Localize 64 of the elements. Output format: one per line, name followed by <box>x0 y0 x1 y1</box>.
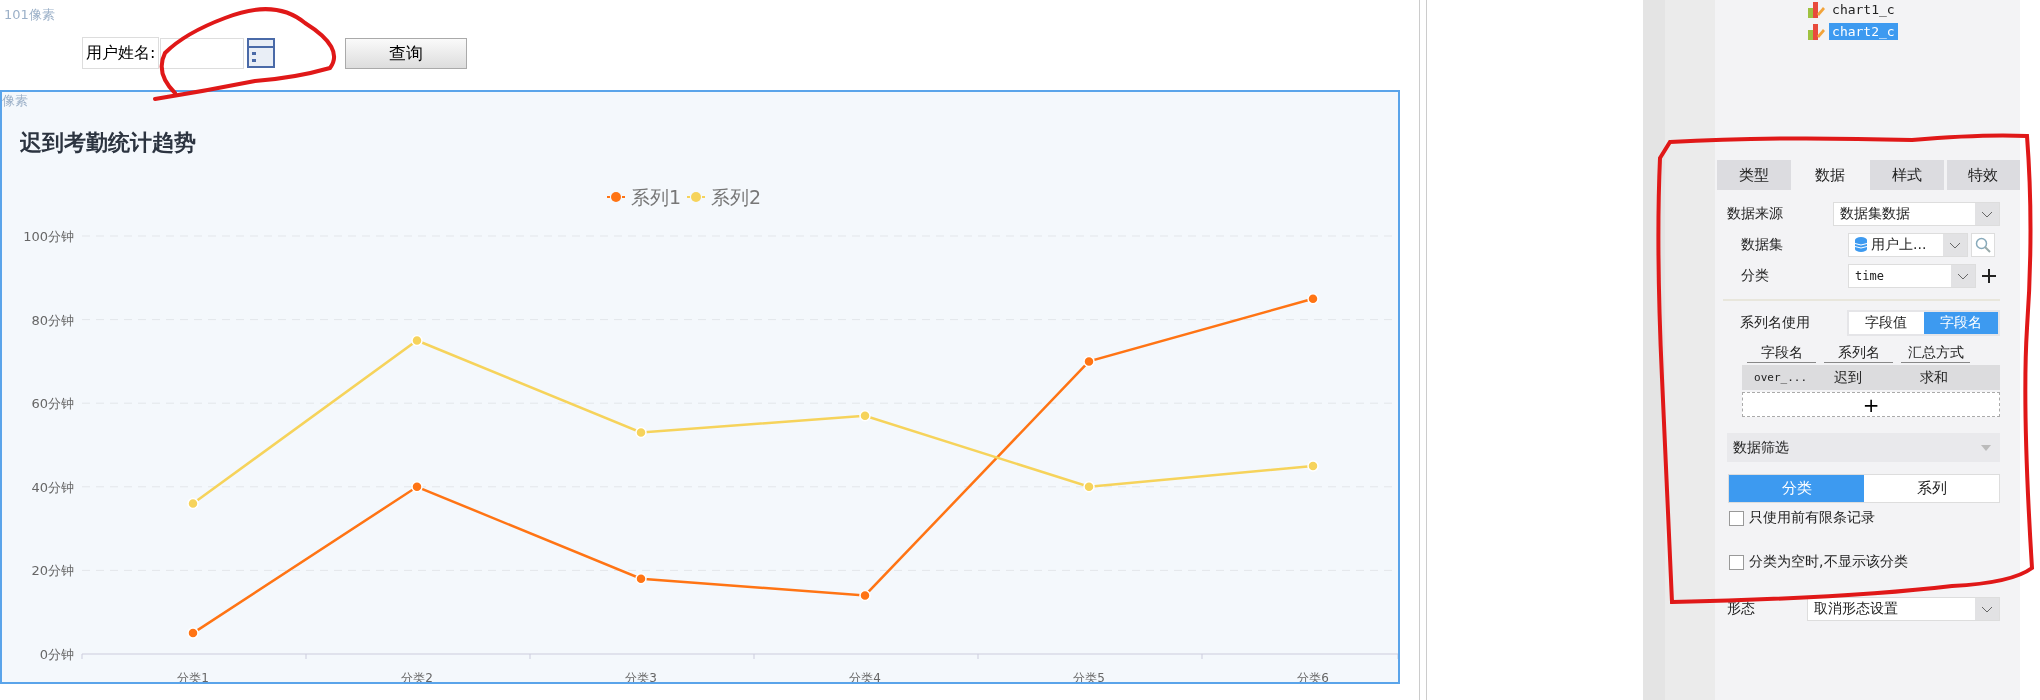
tree-item[interactable]: chart1_c <box>1829 0 1898 18</box>
checkbox[interactable] <box>1729 510 1745 526</box>
chart-icon <box>1807 22 1826 40</box>
data-point <box>1307 292 1319 305</box>
y-axis-label: 40分钟 <box>31 479 74 495</box>
data-point <box>411 480 423 493</box>
search-icon <box>1975 236 1992 253</box>
data-point <box>411 334 423 346</box>
data-point <box>187 627 199 639</box>
section-title: 数据筛选 <box>1733 438 1790 457</box>
y-axis-label: 0分钟 <box>39 646 74 662</box>
column-header: 汇总方式 <box>1901 344 1971 363</box>
data-point <box>1083 480 1095 493</box>
tab[interactable]: 特效 <box>1946 160 2021 190</box>
y-axis-label: 100分钟 <box>23 228 74 244</box>
column-header: 系列名 <box>1824 344 1894 363</box>
table-cell-text: 求和 <box>1919 368 1950 387</box>
margin-label: 像素 <box>2 92 29 108</box>
data-point <box>859 589 871 601</box>
add-row-button[interactable]: + <box>1742 392 2001 417</box>
column-header: 字段名 <box>1747 344 1817 363</box>
field-label: 系列名使用 <box>1740 313 1812 332</box>
legend-label[interactable]: 系列1 <box>631 185 682 208</box>
dataset-value: 用户上... <box>1871 235 1927 254</box>
field-label: 数据集 <box>1741 235 1785 254</box>
data-point <box>1307 459 1319 472</box>
field-label: 用户姓名: <box>82 37 160 69</box>
chart-title: 迟到考勤统计趋势 <box>19 129 197 157</box>
legend-marker-icon[interactable] <box>686 191 706 202</box>
data-point <box>859 409 871 422</box>
database-icon <box>1855 237 1868 252</box>
splitter-bar[interactable] <box>1418 0 1427 700</box>
legend-marker-icon[interactable] <box>606 191 626 202</box>
margin-label: 101像素 <box>3 6 56 24</box>
legend-label[interactable]: 系列2 <box>711 185 762 208</box>
table-cell-text: over_... <box>1753 371 1809 384</box>
checkbox[interactable] <box>1729 554 1745 570</box>
data-point <box>187 497 199 509</box>
y-axis-label: 80分钟 <box>31 312 74 328</box>
filter-header[interactable]: 数据筛选 <box>1727 433 2001 462</box>
search-button[interactable] <box>1971 232 1996 257</box>
y-axis-label: 20分钟 <box>31 563 74 579</box>
query-button[interactable]: 查询 <box>345 37 468 69</box>
field-label: 分类 <box>1741 266 1771 285</box>
username-field[interactable] <box>160 37 245 69</box>
y-axis-label: 60分钟 <box>31 395 74 411</box>
chart-icon <box>1807 0 1826 18</box>
data-point <box>1083 355 1095 367</box>
shape-dropdown[interactable]: 取消形态设置 <box>1807 596 2001 621</box>
tab[interactable]: 类型 <box>1717 160 1791 190</box>
checkbox-label: 分类为空时,不显示该分类 <box>1749 553 1908 571</box>
field-label: 形态 <box>1727 599 1757 618</box>
data-point <box>635 572 647 585</box>
data-point <box>635 426 647 438</box>
toggle-option[interactable]: 字段值 <box>1849 311 1924 334</box>
tab[interactable]: 样式 <box>1870 160 1944 190</box>
category-dropdown[interactable]: time <box>1848 263 1977 288</box>
checkbox-label: 只使用前有限条记录 <box>1749 509 1876 527</box>
segment-option[interactable]: 系列 <box>1864 475 2000 502</box>
calendar-icon[interactable] <box>247 38 276 68</box>
dataset-dropdown[interactable]: 用户上... <box>1848 232 1969 257</box>
data-source-dropdown[interactable]: 数据集数据 <box>1833 201 2001 226</box>
field-label: 数据来源 <box>1727 204 1785 223</box>
table-cell-text: 迟到 <box>1833 368 1864 387</box>
